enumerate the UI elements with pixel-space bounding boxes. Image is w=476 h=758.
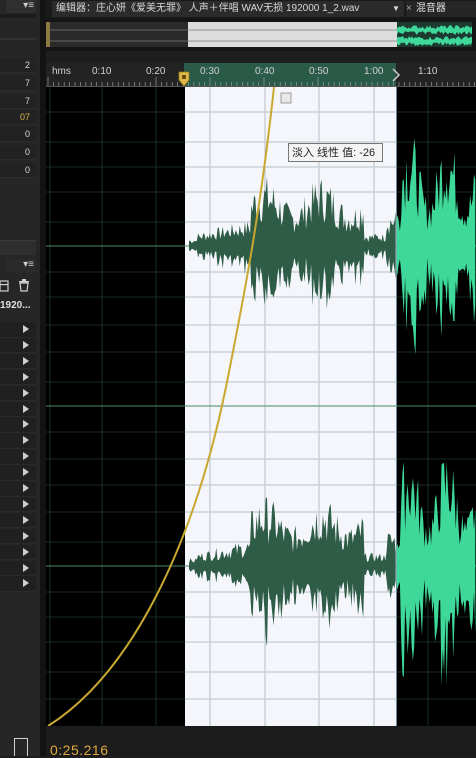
expand-arrow-icon[interactable] <box>23 499 29 508</box>
effect-row[interactable] <box>0 576 36 592</box>
trash-icon[interactable] <box>18 279 30 292</box>
effect-row[interactable] <box>0 385 36 402</box>
expand-arrow-icon[interactable] <box>23 484 29 492</box>
effect-row[interactable] <box>0 496 36 513</box>
panel-toolbar <box>0 276 36 296</box>
mixer-tab[interactable]: × 混音器 <box>406 1 476 17</box>
panel-menu-label: ▾≡ <box>23 259 34 270</box>
list-item[interactable]: 0 <box>0 127 36 142</box>
effect-row[interactable] <box>0 544 36 561</box>
list-item-value: 0 <box>24 147 30 157</box>
panel-empty-area <box>0 592 36 756</box>
panel-menu-button-2[interactable]: ▾≡ <box>6 259 36 272</box>
ruler-tick-label: 0:10 <box>92 66 112 77</box>
panel-menu-button[interactable]: ▾≡ <box>6 0 36 13</box>
list-item-value: 7 <box>24 96 30 106</box>
effect-row[interactable] <box>0 465 36 481</box>
expand-arrow-icon[interactable] <box>23 547 29 556</box>
expand-arrow-icon[interactable] <box>23 420 29 429</box>
expand-arrow-icon[interactable] <box>23 579 29 588</box>
effect-row[interactable] <box>0 417 36 433</box>
panel-header-separator <box>0 38 36 40</box>
expand-arrow-icon[interactable] <box>23 531 29 540</box>
list-item-value: 7 <box>24 78 30 88</box>
panel-menu-label: ▾≡ <box>23 0 34 11</box>
selection-end-marker-icon[interactable] <box>391 65 401 85</box>
list-item-value: 2 <box>24 60 30 70</box>
list-item[interactable]: 7 <box>0 94 36 109</box>
effect-row[interactable] <box>0 560 36 576</box>
fade-tooltip: 淡入 线性 值: -26 <box>288 143 383 162</box>
list-item[interactable]: 0 <box>0 163 36 178</box>
ruler-tick-label: 0:30 <box>200 66 220 77</box>
playhead-marker-icon[interactable] <box>178 71 190 87</box>
overview-left-handle[interactable] <box>46 22 50 47</box>
editor-tab[interactable]: 编辑器：庄心妍《爱美无罪》 人声＋伴唱 WAV无损 192000 1_2.wav <box>52 1 388 17</box>
overview-waveform <box>46 22 472 47</box>
status-bar <box>46 726 476 756</box>
list-item[interactable]: 7 <box>0 76 36 91</box>
expand-arrow-icon[interactable] <box>23 388 29 397</box>
list-item-value: 07 <box>19 112 30 122</box>
expand-arrow-icon[interactable] <box>23 325 29 333</box>
expand-arrow-icon[interactable] <box>23 372 29 381</box>
mixer-tab-label: 混音器 <box>415 3 446 14</box>
effect-row[interactable] <box>0 433 36 449</box>
waveform-editor[interactable] <box>46 87 476 726</box>
expand-arrow-icon[interactable] <box>23 563 29 572</box>
effects-list <box>0 322 36 592</box>
effect-row[interactable] <box>0 337 36 354</box>
left-panel: ▾≡ 2 7 7 07 0 0 0 ▾≡ 1920... <box>0 0 40 756</box>
list-item-value: 0 <box>24 165 30 175</box>
effect-row[interactable] <box>0 449 36 465</box>
panel-bottom-icon[interactable] <box>14 738 28 756</box>
ruler-tick-label: 0:50 <box>309 66 329 77</box>
ruler-tick-label: 1:00 <box>364 66 384 77</box>
effect-row[interactable] <box>0 401 36 417</box>
file-label: 1920... <box>0 300 31 311</box>
effect-row[interactable] <box>0 528 36 545</box>
expand-arrow-icon[interactable] <box>23 468 29 477</box>
ruler-tick-label: 1:10 <box>418 66 438 77</box>
fade-handle-icon[interactable] <box>280 92 292 104</box>
expand-arrow-icon[interactable] <box>23 436 29 445</box>
effect-row[interactable] <box>0 353 36 370</box>
waveform-overview[interactable] <box>46 18 476 51</box>
expand-arrow-icon[interactable] <box>23 404 29 413</box>
expand-arrow-icon[interactable] <box>23 356 29 365</box>
channel-r-waveform-bright <box>396 461 476 687</box>
list-item-value: 0 <box>24 129 30 139</box>
effect-row[interactable] <box>0 322 36 338</box>
panel-splitter[interactable] <box>0 240 36 255</box>
effect-row[interactable] <box>0 481 36 497</box>
effect-row[interactable] <box>0 369 36 386</box>
list-item-selected[interactable]: 07 <box>0 110 36 125</box>
new-file-icon[interactable] <box>0 280 10 292</box>
tab-dropdown-icon[interactable]: ▼ <box>388 1 404 17</box>
panel-gap <box>0 14 36 18</box>
list-item[interactable]: 0 <box>0 145 36 160</box>
ruler-tick-label: 0:40 <box>255 66 275 77</box>
waveform-canvas <box>46 87 476 726</box>
ruler-unit-label: hms <box>52 66 71 77</box>
expand-arrow-icon[interactable] <box>23 340 29 349</box>
effect-row[interactable] <box>0 512 36 529</box>
expand-arrow-icon[interactable] <box>23 452 29 461</box>
ruler-tick-label: 0:20 <box>146 66 166 77</box>
tab-close-icon[interactable]: × <box>406 3 412 14</box>
channel-l-waveform-bright <box>396 138 476 355</box>
expand-arrow-icon[interactable] <box>23 515 29 524</box>
time-ruler[interactable]: hms 0:10 0:20 0:30 0:40 0:50 1:00 1:10 <box>46 63 476 87</box>
list-item[interactable]: 2 <box>0 58 36 73</box>
